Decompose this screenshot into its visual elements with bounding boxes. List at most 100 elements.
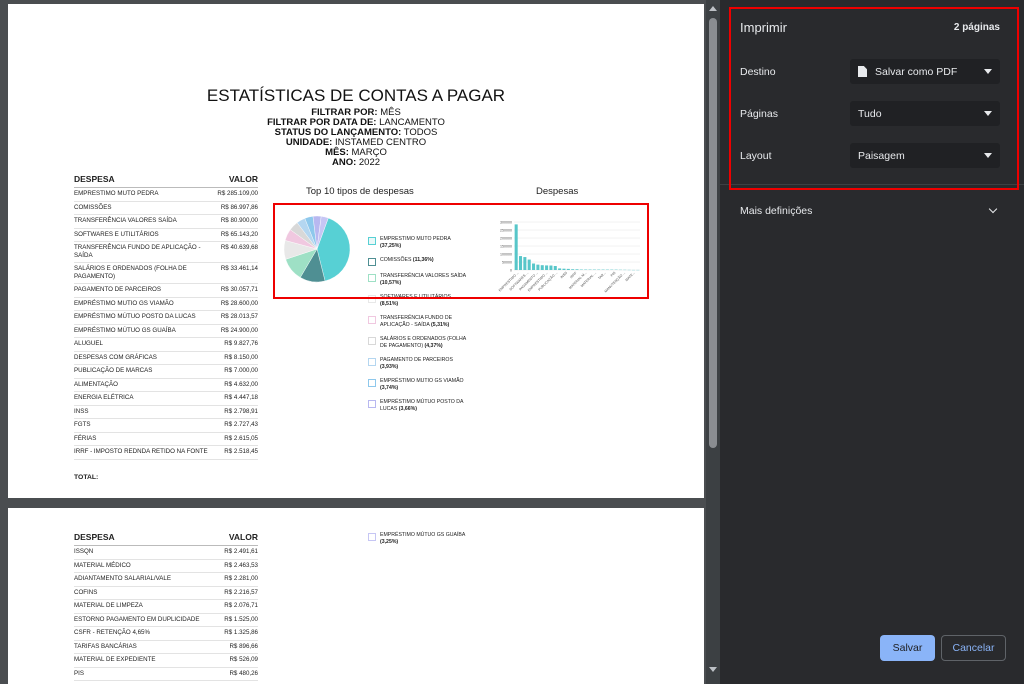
scrollbar-thumb[interactable] bbox=[709, 18, 717, 448]
expense-name: SALÁRIOS E ORDENADOS (FOLHA DE PAGAMENTO… bbox=[74, 265, 187, 280]
expense-value: R$ 2.491,61 bbox=[224, 548, 258, 555]
x-tick-label: INSS bbox=[560, 270, 569, 279]
expense-value: R$ 1.525,00 bbox=[224, 615, 258, 623]
y-tick-label: 250000 bbox=[500, 229, 512, 233]
legend-label: EMPRÉSTIMO MUTIO GS VIAMÃO (3,74%) bbox=[380, 378, 468, 392]
table-row: CSFR - RETENÇÃO 4,65% R$ 1.325,86 bbox=[74, 627, 258, 641]
table-row: DESPESAS COM GRÁFICAS R$ 8.150,00 bbox=[74, 352, 258, 365]
legend-text: EMPRESTIMO MUTO PEDRA bbox=[380, 236, 451, 242]
expense-value: R$ 24.900,00 bbox=[220, 326, 258, 334]
expense-name: EMPRÉSTIMO MÚTUO POSTO DA LUCAS bbox=[74, 313, 196, 320]
paginas-select[interactable]: Tudo bbox=[850, 101, 1000, 126]
pie-legend-continued: EMPRÉSTIMO MÚTUO GS GUAÍBA (3,25%) bbox=[368, 532, 468, 553]
cancel-button[interactable]: Cancelar bbox=[941, 635, 1006, 661]
more-settings-toggle[interactable]: Mais definições bbox=[740, 205, 812, 217]
bar bbox=[540, 265, 544, 270]
bar bbox=[514, 224, 518, 270]
expense-value: R$ 2.216,57 bbox=[224, 588, 258, 596]
y-tick-label: 50000 bbox=[502, 261, 512, 265]
bar bbox=[523, 257, 527, 270]
bar bbox=[571, 269, 575, 270]
layout-select[interactable]: Paisagem bbox=[850, 143, 1000, 168]
expense-name: PUBLICAÇÃO DE MARCAS bbox=[74, 367, 153, 374]
table-row: ALUGUEL R$ 9.827,76 bbox=[74, 338, 258, 352]
legend-item: EMPRÉSTIMO MÚTUO GS GUAÍBA (3,25%) bbox=[368, 532, 468, 546]
pie-chart bbox=[283, 215, 351, 283]
table-row: PIS R$ 480,26 bbox=[74, 668, 258, 681]
bar-chart: 300000250000200000150000100000500000EMPR… bbox=[498, 221, 640, 293]
bar bbox=[549, 265, 553, 270]
y-tick-label: 300000 bbox=[500, 221, 512, 225]
legend-text: EMPRÉSTIMO MUTIO GS VIAMÃO bbox=[380, 378, 464, 384]
table-row: SOFTWARES E UTILITÁRIOS R$ 65.143,20 bbox=[74, 229, 258, 242]
expenses-table-continued: DESPESA VALOR ISSQN R$ 2.491,61 MATERIAL M… bbox=[74, 532, 258, 681]
expense-value: R$ 480,26 bbox=[229, 669, 258, 677]
legend-item: SOFTWARES E UTILITÁRIOS (8,51%) bbox=[368, 294, 468, 308]
legend-swatch bbox=[368, 358, 376, 366]
bar bbox=[536, 264, 540, 270]
legend-label: EMPRÉSTIMO MÚTUO GS GUAÍBA (3,25%) bbox=[380, 532, 468, 546]
expense-name: DESPESAS COM GRÁFICAS bbox=[74, 353, 157, 361]
chevron-down-icon[interactable] bbox=[988, 204, 998, 214]
paginas-value: Tudo bbox=[858, 107, 882, 120]
expense-name: IRRF - IMPOSTO REDNDA RETIDO NA FONTE bbox=[74, 448, 208, 455]
expense-value: R$ 2.727,43 bbox=[224, 421, 258, 428]
legend-label: TRANSFERÊNCIA VALORES SAÍDA (10,57%) bbox=[380, 273, 468, 287]
expense-name: ALIMENTAÇÃO bbox=[74, 380, 118, 388]
expense-name: FGTS bbox=[74, 421, 91, 428]
document-icon bbox=[858, 66, 867, 77]
preview-scrollbar[interactable] bbox=[706, 0, 720, 684]
expense-value: R$ 40.639,68 bbox=[220, 244, 258, 251]
legend-swatch bbox=[368, 258, 376, 266]
table-row: INSS R$ 2.798,91 bbox=[74, 406, 258, 419]
legend-swatch bbox=[368, 337, 376, 345]
print-settings-panel: Imprimir 2 páginas Destino Salvar como P… bbox=[720, 0, 1024, 684]
pie-legend: EMPRESTIMO MUTO PEDRA (37,25%) COMISSÕES … bbox=[368, 236, 468, 420]
expense-value: R$ 4.632,00 bbox=[224, 380, 258, 388]
table-row: MATERIAL DE LIMPEZA R$ 2.076,71 bbox=[74, 600, 258, 614]
legend-item: COMISSÕES (11,36%) bbox=[368, 257, 468, 266]
bar bbox=[558, 268, 562, 270]
expense-value: R$ 7.000,00 bbox=[224, 367, 258, 374]
legend-text: PAGAMENTO DE PARCEIROS bbox=[380, 357, 453, 363]
expense-value: R$ 8.150,00 bbox=[224, 353, 258, 361]
legend-label: SOFTWARES E UTILITÁRIOS (8,51%) bbox=[380, 294, 468, 308]
table-row: EMPRÉSTIMO MÚTUO GS GUAÍBA R$ 24.900,00 bbox=[74, 325, 258, 338]
chevron-down-icon bbox=[984, 69, 992, 74]
table-total: TOTAL: bbox=[74, 473, 99, 481]
legend-item: TRANSFERÊNCIA VALORES SAÍDA (10,57%) bbox=[368, 273, 468, 287]
print-dialog-title: Imprimir bbox=[740, 20, 787, 35]
scroll-down-arrow-icon[interactable] bbox=[709, 667, 717, 672]
destino-select[interactable]: Salvar como PDF bbox=[850, 59, 1000, 84]
preview-page-2: DESPESA VALOR ISSQN R$ 2.491,61 MATERIAL M… bbox=[8, 508, 704, 684]
legend-swatch bbox=[368, 274, 376, 282]
bar bbox=[575, 269, 579, 270]
filter-line: ANO: 2022 bbox=[8, 158, 704, 168]
expense-value: R$ 1.325,86 bbox=[224, 629, 258, 636]
save-button[interactable]: Salvar bbox=[880, 635, 935, 661]
expense-name: COFINS bbox=[74, 588, 98, 596]
table-row: MATERIAL DE EXPEDIENTE R$ 526,09 bbox=[74, 654, 258, 668]
divider bbox=[720, 184, 1024, 185]
expense-value: R$ 4.447,18 bbox=[224, 394, 258, 401]
chevron-down-icon bbox=[984, 153, 992, 158]
expense-name: TRANSFERÊNCIA VALORES SAÍDA bbox=[74, 217, 177, 224]
legend-label: SALÁRIOS E ORDENADOS (FOLHA DE PAGAMENTO… bbox=[380, 336, 468, 350]
expense-value: R$ 2.615,05 bbox=[224, 434, 258, 442]
legend-item: PAGAMENTO DE PARCEIROS (3,93%) bbox=[368, 357, 468, 371]
expense-name: ISSQN bbox=[74, 548, 94, 555]
expense-value: R$ 896,66 bbox=[229, 642, 258, 650]
scroll-up-arrow-icon[interactable] bbox=[709, 6, 717, 11]
expense-value: R$ 28.013,57 bbox=[220, 313, 258, 320]
expense-name: TRANSFERÊNCIA FUNDO DE APLICAÇÃO - SAÍDA bbox=[74, 244, 201, 259]
table-row: EMPRÉSTIMO MÚTUO POSTO DA LUCAS R$ 28.013… bbox=[74, 311, 258, 325]
preview-page-1: ESTATÍSTICAS DE CONTAS A PAGAR FILTRAR P… bbox=[8, 4, 704, 498]
legend-percent: (3,74%) bbox=[380, 385, 399, 391]
legend-text: EMPRÉSTIMO MÚTUO POSTO DA LUCAS bbox=[380, 399, 464, 412]
filter-label: ANO: bbox=[331, 157, 357, 168]
legend-percent: (4,37%) bbox=[424, 343, 443, 349]
bar-chart-title: Despesas bbox=[536, 186, 579, 197]
legend-item: SALÁRIOS E ORDENADOS (FOLHA DE PAGAMENTO… bbox=[368, 336, 468, 350]
expense-value: R$ 2.281,00 bbox=[224, 575, 258, 582]
expense-value: R$ 28.600,00 bbox=[220, 299, 258, 307]
